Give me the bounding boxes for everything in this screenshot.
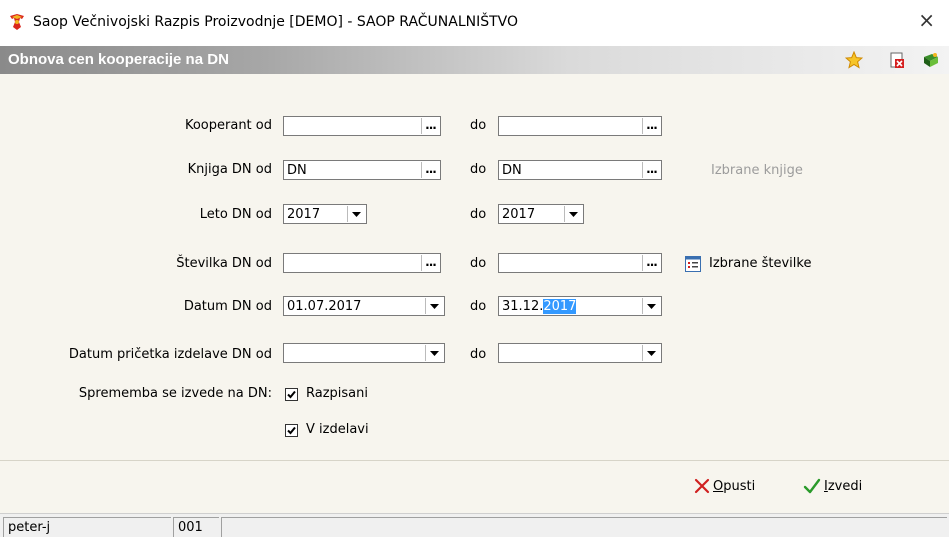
kooperant-from-lookup-button[interactable]: ...	[421, 118, 439, 134]
knjiga-from-lookup-button[interactable]: ...	[421, 162, 439, 178]
knjiga-do-label: do	[470, 162, 487, 177]
checkmark-icon	[803, 478, 821, 494]
stevilka-do-label: do	[470, 256, 487, 271]
datum-pricetka-from-dropdown-button[interactable]	[425, 345, 443, 361]
datum-from-dropdown-button[interactable]	[425, 298, 443, 314]
knjiga-from-field[interactable]: DN ...	[283, 160, 441, 180]
window-titlebar: Saop Večnivojski Razpis Proizvodnje [DEM…	[0, 0, 949, 46]
knjiga-label: Knjiga DN od	[187, 162, 272, 177]
status-message	[221, 517, 947, 537]
datum-from-field[interactable]: 01.07.2017	[283, 296, 445, 316]
list-select-icon[interactable]	[685, 256, 701, 272]
v-izdelavi-label[interactable]: V izdelavi	[306, 422, 369, 437]
izbrane-stevilke-button[interactable]: Izbrane številke	[709, 256, 811, 271]
kooperant-to-lookup-button[interactable]: ...	[642, 118, 660, 134]
datum-do-label: do	[470, 299, 487, 314]
stevilka-label: Številka DN od	[176, 256, 272, 271]
leto-do-label: do	[470, 207, 487, 222]
izbrane-knjige-link: Izbrane knjige	[711, 163, 803, 178]
form-header: Obnova cen kooperacije na DN	[0, 46, 949, 74]
datum-to-selected-year: 2017	[543, 299, 577, 314]
close-button[interactable]: ×	[918, 10, 935, 30]
datum-pricetka-to-field[interactable]	[498, 343, 662, 363]
stevilka-from-lookup-button[interactable]: ...	[421, 255, 439, 271]
datum-pricetka-from-field[interactable]	[283, 343, 445, 363]
leto-from-dropdown-button[interactable]	[347, 206, 365, 222]
chevron-down-icon	[647, 350, 656, 356]
sprememba-label: Sprememba se izvede na DN:	[78, 386, 272, 401]
kooperant-from-field[interactable]: ...	[283, 116, 441, 136]
chevron-down-icon	[430, 303, 439, 309]
status-user: peter-j	[3, 517, 171, 537]
leto-label: Leto DN od	[199, 207, 272, 222]
star-icon[interactable]	[845, 51, 863, 69]
form-title: Obnova cen kooperacije na DN	[8, 51, 229, 68]
opusti-button[interactable]: Opusti	[694, 478, 755, 494]
datum-to-field[interactable]: 31.12.2017	[498, 296, 662, 316]
document-delete-icon[interactable]	[888, 51, 906, 69]
chevron-down-icon	[352, 211, 361, 217]
window-title: Saop Večnivojski Razpis Proizvodnje [DEM…	[33, 14, 519, 30]
chevron-down-icon	[569, 211, 578, 217]
knjiga-to-field[interactable]: DN ...	[498, 160, 662, 180]
stevilka-to-lookup-button[interactable]: ...	[642, 255, 660, 271]
razpisani-checkbox[interactable]	[285, 388, 298, 401]
saop-logo-icon	[10, 14, 24, 30]
leto-to-combo[interactable]: 2017	[498, 204, 584, 224]
razpisani-label[interactable]: Razpisani	[306, 386, 368, 401]
v-izdelavi-checkbox[interactable]	[285, 424, 298, 437]
datum-pricetka-label: Datum pričetka izdelave DN od	[68, 347, 272, 362]
datum-pricetka-to-dropdown-button[interactable]	[642, 345, 660, 361]
checkmark-icon	[287, 390, 296, 399]
stevilka-to-field[interactable]: ...	[498, 253, 662, 273]
datum-pricetka-do-label: do	[470, 347, 487, 362]
kooperant-do-label: do	[470, 118, 487, 133]
datum-to-dropdown-button[interactable]	[642, 298, 660, 314]
knjiga-to-lookup-button[interactable]: ...	[642, 162, 660, 178]
datum-label: Datum DN od	[183, 299, 272, 314]
book-exit-icon[interactable]	[922, 51, 940, 69]
cancel-x-icon	[694, 478, 710, 494]
chevron-down-icon	[647, 303, 656, 309]
checkmark-icon	[287, 426, 296, 435]
kooperant-to-field[interactable]: ...	[498, 116, 662, 136]
chevron-down-icon	[430, 350, 439, 356]
izvedi-button[interactable]: Izvedi	[803, 478, 862, 494]
kooperant-label: Kooperant od	[184, 118, 272, 133]
datum-to-text: 31.12.	[502, 299, 544, 314]
leto-from-combo[interactable]: 2017	[283, 204, 367, 224]
status-bar: peter-j 001	[0, 513, 949, 537]
stevilka-from-field[interactable]: ...	[283, 253, 441, 273]
status-code: 001	[173, 517, 219, 537]
leto-to-dropdown-button[interactable]	[564, 206, 582, 222]
